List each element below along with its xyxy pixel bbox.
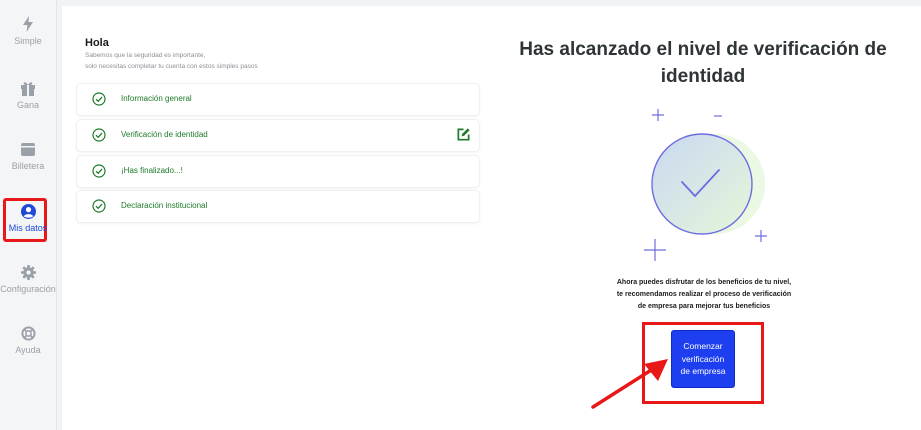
sidebar-item-billetera[interactable]: Billetera (0, 141, 56, 171)
subtitle-line: Sabemos que la seguridad es importante, (85, 52, 206, 59)
step-label: Verificación de identidad (121, 130, 208, 139)
greeting-subtitle: Sabemos que la seguridad es importante, … (85, 50, 305, 72)
step-informacion-general[interactable]: Información general (76, 83, 480, 116)
check-circle-icon (92, 199, 106, 213)
bolt-icon (23, 16, 33, 32)
step-label: ¡Has finalizado...! (121, 166, 183, 175)
sidebar-item-ayuda[interactable]: Ayuda (0, 326, 56, 355)
sidebar-item-label: Configuración (0, 284, 56, 294)
step-declaracion-institucional[interactable]: Declaración institucional (76, 190, 480, 223)
check-circle-icon (92, 128, 106, 142)
verification-heading: Has alcanzado el nivel de verificación d… (519, 39, 887, 87)
lifebuoy-icon (20, 326, 36, 341)
wallet-icon (21, 143, 35, 156)
sidebar-item-label: Mis datos (8, 223, 48, 233)
user-circle-icon (20, 204, 36, 219)
sidebar-item-label: Billetera (11, 161, 45, 171)
gift-icon (21, 82, 35, 96)
edit-icon[interactable] (456, 127, 471, 142)
check-circle-icon (92, 164, 106, 178)
verified-check-illustration (644, 109, 767, 261)
main-panel: Hola Sabemos que la seguridad es importa… (62, 6, 921, 430)
sidebar-item-gana[interactable]: Gana (0, 80, 56, 110)
step-has-finalizado[interactable]: ¡Has finalizado...! (76, 155, 480, 188)
sidebar-item-label: Gana (16, 100, 40, 110)
subtitle-line: solo necesitas completar tu cuenta con e… (85, 63, 258, 70)
greeting-title: Hola (85, 37, 109, 49)
sidebar-item-mis-datos[interactable]: Mis datos (0, 204, 56, 233)
step-label: Declaración institucional (121, 201, 208, 210)
step-verificacion-identidad[interactable]: Verificación de identidad (76, 119, 480, 152)
check-circle-icon (92, 92, 106, 106)
pointer-arrow (591, 359, 668, 409)
sidebar: Simple Gana Billetera Mis datos Configur… (0, 0, 57, 430)
gear-icon (20, 265, 36, 280)
sidebar-item-label: Ayuda (15, 345, 41, 355)
step-label: Información general (121, 94, 192, 103)
sidebar-item-label: Simple (14, 36, 42, 46)
benefits-description: Ahora puedes disfrutar de los beneficios… (616, 279, 792, 310)
start-company-verification-button[interactable]: Comenzar verificación de empresa (671, 330, 735, 388)
sidebar-item-configuracion[interactable]: Configuración (0, 265, 56, 294)
sidebar-item-simple[interactable]: Simple (0, 16, 56, 46)
